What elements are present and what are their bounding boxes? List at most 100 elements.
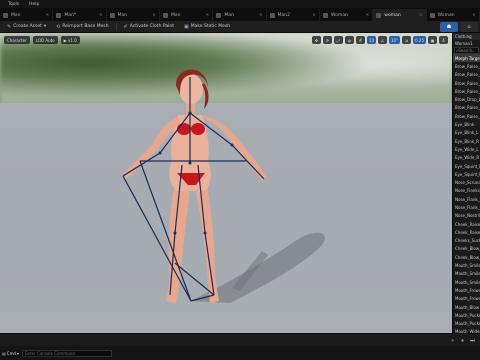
morph-target-item[interactable]: Brow_Raise_Outer [453,71,480,79]
asset-tab[interactable]: Woman × [427,9,480,21]
skeleton-mode-button[interactable]: ☗ [440,22,458,32]
morph-target-item[interactable]: Eye_Blink [453,120,480,128]
close-icon[interactable]: × [46,13,50,18]
rotation-snap-value[interactable]: 10° [389,36,401,44]
grid-snap-icon[interactable]: # [355,36,365,44]
morph-target-item[interactable]: Brow_Raise_L [453,104,480,112]
morph-target-item[interactable]: Eye_Wide_R [453,154,480,162]
scale-snap-icon[interactable]: ⇲ [402,36,412,44]
camera-speed-value[interactable]: 4 [439,36,448,44]
activate-cloth-paint-button[interactable]: ✐ Activate Cloth Paint [121,23,177,31]
close-icon[interactable]: × [259,13,263,18]
character-button[interactable]: Character [4,36,30,44]
menu-tools[interactable]: Tools [8,2,19,7]
close-icon[interactable]: × [99,13,103,18]
morph-target-item[interactable]: Morph Target [453,54,480,63]
asset-tab[interactable]: Man × [213,9,267,21]
rotation-snap-icon[interactable]: ∠ [378,36,387,44]
brush-icon: ✐ [123,23,128,30]
morph-target-item[interactable]: Brow_Drop_L [453,95,480,103]
morph-target-item[interactable]: Brow_Raise_Inner [453,62,480,70]
tab-label: Man [224,12,234,18]
menu-help[interactable]: Help [29,2,39,7]
close-icon[interactable]: × [206,13,210,18]
morph-target-item[interactable]: Mouth_Smile_L [453,270,480,278]
asset-tab[interactable]: Man × [160,9,214,21]
create-asset-icon: ✎ [7,23,12,30]
person-icon: ☗ [446,24,452,30]
morph-target-item[interactable]: Mouth_Pucker_Open [453,320,480,328]
pause-icon[interactable]: ⏸ [459,337,466,344]
morph-target-item[interactable]: Nose_Flank_Raise_R [453,203,480,211]
globe-icon[interactable]: ◍ [344,36,354,44]
morph-target-item[interactable]: Brow_Raise_Inner_L [453,79,480,87]
morph-target-item[interactable]: Brow_Raise_R [453,112,480,120]
morph-target-item[interactable]: Mouth_Frown [453,286,480,294]
morph-target-item[interactable]: Cheek_Raise_R [453,228,480,236]
morph-target-item[interactable]: Eye_Wide_L [453,145,480,153]
morph-target-item[interactable]: Nose_Flank_Raise_L [453,195,480,203]
morph-target-item[interactable]: Nose_Nostrils_Flare [453,212,480,220]
search-placeholder: Search... [458,48,476,53]
morph-search-input[interactable]: ⌕ Search... [454,47,479,54]
morph-target-item[interactable]: Eye_Blink_L [453,129,480,137]
toolbar: ✎ Create Asset ▾ ⟲ Reimport Base Mesh ✐ … [0,21,480,33]
playback-speed-button[interactable]: ▶ x1.0 [60,36,80,44]
asset-tab[interactable]: Man* × [53,9,107,21]
skeletal-mesh-icon [322,12,328,18]
asset-name: Woman1 [455,41,473,46]
morph-target-item[interactable]: Eye_Squint_R [453,170,480,178]
record-icon[interactable]: ⏺ [449,337,456,344]
morph-target-item[interactable]: Mouth_Smile_R [453,278,480,286]
rotate-icon[interactable]: ⟳ [322,36,332,44]
console-command-input[interactable]: Enter Console Command [22,349,113,357]
camera-speed-icon[interactable]: ▣ [428,36,437,44]
reimport-icon: ⟲ [56,23,61,30]
close-icon[interactable]: × [152,13,156,18]
morph-target-item[interactable]: Mouth_Frown_L [453,295,480,303]
mesh-mode-button[interactable]: ⌂ [460,22,478,32]
cmd-dropdown[interactable]: ▤ Cmd ▾ [2,351,19,356]
tab-label: Man [170,12,181,18]
asset-tab[interactable]: Man × [107,9,160,21]
close-icon[interactable]: × [366,13,370,18]
hair-side [202,83,209,109]
tab-label: woman [384,12,401,18]
transform-icon[interactable]: ✥ [311,36,321,44]
morph-target-item[interactable]: Eye_Blink_R [453,137,480,145]
skeletal-mesh-icon [56,12,62,18]
asset-tab[interactable]: Man2 × [267,9,320,21]
create-asset-button[interactable]: ✎ Create Asset ▾ [4,23,49,31]
morph-target-item[interactable]: Cheek_Raise_L [453,220,480,228]
make-static-mesh-button[interactable]: ▣ Make Static Mesh [181,23,233,31]
asset-tab[interactable]: Man × [0,9,54,21]
close-icon[interactable]: × [419,13,423,18]
asset-tab[interactable]: Woman × [320,9,374,21]
morph-target-item[interactable]: Eye_Squint_L [453,162,480,170]
step-forward-icon[interactable]: ⏭ [469,337,476,344]
morph-target-item[interactable]: Cheek_Blow_R [453,253,480,261]
morph-target-item[interactable]: Mouth_Blow [453,303,480,311]
close-icon[interactable]: × [312,13,316,18]
morph-target-item[interactable]: Cheek_Blow_L [453,245,480,253]
lod-button[interactable]: LOD Auto [32,36,58,44]
chevron-down-icon: ▾ [17,350,20,356]
morph-target-item[interactable]: Cheeks_Suck [453,237,480,245]
console-bar: ▤ Cmd ▾ Enter Console Command [0,346,480,360]
morph-target-item[interactable]: Mouth_Smile [453,261,480,269]
close-icon[interactable]: × [472,13,476,18]
grid-snap-value[interactable]: 10 [366,36,376,44]
reimport-base-mesh-button[interactable]: ⟲ Reimport Base Mesh [53,23,111,31]
tab-label: Man* [64,12,77,18]
tab-label: Woman [437,12,455,18]
scale-snap-value[interactable]: 0.25 [413,36,426,44]
morph-target-item[interactable]: Nose_Flanks_Raise [453,187,480,195]
tab-label: Man [11,12,21,18]
scale-icon[interactable]: ⤢ [333,36,343,44]
morph-target-item[interactable]: Nose_Scrunch [453,178,480,186]
cloth-paint-label: Activate Cloth Paint [129,24,174,29]
asset-tab[interactable]: woman × [373,9,427,21]
morph-target-item[interactable]: Mouth_Pucker [453,311,480,319]
viewport[interactable]: Character LOD Auto ▶ x1.0 ✥ ⟳ ⤢ ◍ # 10 ∠… [0,33,452,333]
morph-target-item[interactable]: Brow_Raise_Inner_R [453,87,480,95]
